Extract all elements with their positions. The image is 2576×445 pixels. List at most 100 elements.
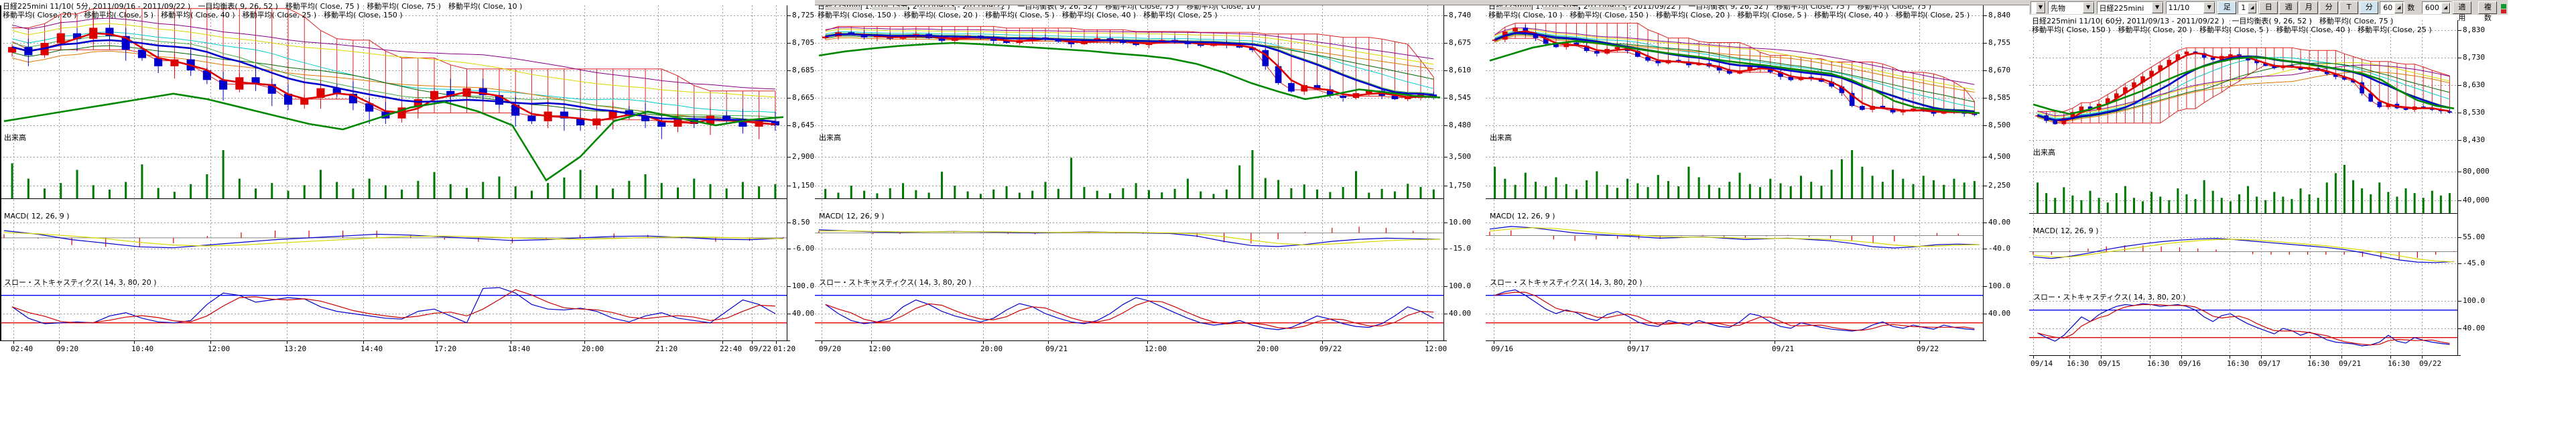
y-tick-label: 8,755 [1988, 38, 2010, 47]
stoch-section-label: スロー・ストキャスティクス( 14, 3, 80, 20 ) [4, 277, 157, 288]
x-tick-label: 16:30 [2227, 359, 2249, 368]
period-week-button[interactable]: 週 [2279, 1, 2298, 14]
period-tick-button[interactable]: T [2339, 1, 2358, 14]
x-tick-label: 09/17 [1627, 344, 1649, 353]
minute-mode-button[interactable]: 分 [2360, 1, 2378, 14]
x-tick-label: 10:40 [131, 344, 153, 353]
tick-count-value: 1 [2241, 3, 2246, 12]
instrument-value: 日経225mini [2100, 3, 2144, 13]
chart-panel-60min: ▼ 先物▼ 日経225mini▼ 11/10▼ 足 1◢ 日 週 月 分 T 分… [2029, 0, 2576, 445]
y-tick-label: 1,150 [792, 181, 814, 190]
apply-button[interactable]: 適用 [2453, 1, 2471, 14]
stoch-section-label: スロー・ストキャスティクス( 14, 3, 80, 20 ) [1490, 277, 1643, 288]
y-tick-label: -6.00 [792, 244, 814, 253]
x-tick-label: 09/17 [2258, 359, 2280, 368]
dropdown-arrow-icon[interactable]: ▼ [2152, 2, 2163, 13]
volume-section-label: 出来高 [1490, 132, 1512, 143]
dropdown-arrow-icon[interactable]: ▼ [2083, 2, 2094, 13]
chart-toolbar: ▼ 先物▼ 日経225mini▼ 11/10▼ 足 1◢ 日 週 月 分 T 分… [2029, 0, 2508, 15]
x-tick-label: 09/16 [1491, 344, 1513, 353]
bar-type-button[interactable]: 足 [2217, 1, 2236, 14]
x-tick-label: 16:30 [2067, 359, 2089, 368]
y-tick-label: 8,830 [2463, 25, 2485, 34]
x-tick-label: 18:40 [508, 344, 530, 353]
y-tick-label: 8,840 [1988, 11, 2010, 19]
x-tick-label: 09/21 [1772, 344, 1794, 353]
chart-plot-area[interactable] [0, 0, 791, 359]
clipped-toolbar-strip [1486, 0, 2029, 5]
minute-value: 60 [2383, 3, 2392, 12]
x-tick-label: 09/22 [2419, 359, 2441, 368]
macd-section-label: MACD( 12, 26, 9 ) [819, 212, 885, 220]
x-tick-label: 01:20 [773, 344, 795, 353]
y-tick-label: 40.00 [792, 309, 814, 318]
y-tick-label: 8,500 [1988, 121, 2010, 129]
y-tick-label: 100.0 [792, 281, 814, 290]
y-tick-label: 2,250 [1988, 181, 2010, 190]
y-tick-label: 8,665 [792, 93, 814, 102]
instrument-type-combo[interactable]: 先物 ▼ [2048, 1, 2095, 14]
clipped-toolbar-strip [815, 0, 1486, 5]
multi-chart-button[interactable]: 複数 [2478, 1, 2497, 14]
y-tick-label: 8,630 [2463, 80, 2485, 89]
volume-section-label: 出来高 [819, 132, 841, 143]
y-tick-label: 40.00 [1988, 309, 2010, 318]
x-tick-label: 12:00 [868, 344, 891, 353]
y-tick-label: 8,685 [792, 66, 814, 74]
x-tick-label: 20:00 [582, 344, 604, 353]
y-tick-label: 8,530 [2463, 108, 2485, 117]
y-tick-label: 8,585 [1988, 93, 2010, 102]
y-tick-label: 8,430 [2463, 135, 2485, 144]
x-tick-label: 20:00 [1257, 344, 1279, 353]
x-tick-label: 16:30 [2388, 359, 2410, 368]
instrument-type-value: 先物 [2051, 3, 2065, 13]
x-tick-label: 09/20 [819, 344, 841, 353]
y-tick-label: 10.00 [1449, 218, 1471, 227]
volume-section-label: 出来高 [4, 132, 26, 143]
spinner-icon[interactable]: ◢ [2394, 3, 2403, 13]
macd-section-label: MACD( 12, 26, 9 ) [1490, 212, 1555, 220]
x-tick-label: 09/21 [1045, 344, 1068, 353]
bar-count-spinner[interactable]: 600◢ [2422, 1, 2451, 14]
x-tick-label: 02:40 [11, 344, 33, 353]
x-tick-label: 17:20 [434, 344, 456, 353]
chart-plot-area[interactable] [2029, 0, 2462, 373]
dropdown-arrow-icon[interactable]: ▼ [2036, 2, 2045, 13]
hidden-combo[interactable]: ▼ [2031, 1, 2046, 14]
bar-count-value: 600 [2425, 3, 2439, 12]
x-tick-label: 09/22 [1917, 344, 1939, 353]
y-tick-label: 100.0 [2463, 296, 2485, 305]
spinner-icon[interactable]: ◢ [2248, 3, 2256, 13]
minute-value-spinner[interactable]: 60◢ [2380, 1, 2404, 14]
chart-plot-area[interactable] [815, 0, 1448, 359]
tick-count-spinner[interactable]: 1◢ [2238, 1, 2258, 14]
chart-panel-30min: 日経225mini 11/10( 30分, 2011/09/13 - 2011/… [1486, 0, 2029, 445]
y-tick-label: -40.0 [1988, 244, 2010, 253]
spinner-icon[interactable]: ◢ [2441, 3, 2450, 13]
x-tick-label: 20:00 [980, 344, 1003, 353]
y-tick-label: 3,500 [1449, 152, 1471, 161]
period-minute-button[interactable]: 分 [2319, 1, 2338, 14]
y-tick-label: 100.0 [1988, 281, 2010, 290]
y-tick-label: 2,900 [792, 152, 814, 161]
y-tick-label: 4,500 [1988, 152, 2010, 161]
instrument-combo[interactable]: 日経225mini ▼ [2097, 1, 2164, 14]
x-tick-label: 09:20 [56, 344, 78, 353]
period-month-button[interactable]: 月 [2299, 1, 2318, 14]
y-tick-label: 8,740 [1449, 11, 1471, 19]
period-day-button[interactable]: 日 [2259, 1, 2278, 14]
contract-month-combo[interactable]: 11/10 ▼ [2166, 1, 2216, 14]
y-tick-label: 55.00 [2463, 233, 2485, 241]
y-tick-label: 1,750 [1449, 181, 1471, 190]
y-tick-label: 8,610 [1449, 66, 1471, 74]
x-tick-label: 14:40 [361, 344, 383, 353]
chart-plot-area[interactable] [1486, 0, 1988, 359]
y-tick-label: 8,705 [792, 38, 814, 47]
dropdown-arrow-icon[interactable]: ▼ [2203, 2, 2215, 13]
x-tick-label: 13:20 [284, 344, 306, 353]
stoch-section-label: スロー・ストキャスティクス( 14, 3, 80, 20 ) [819, 277, 972, 288]
contract-value: 11/10 [2169, 3, 2190, 12]
x-tick-label: 12:00 [1145, 344, 1167, 353]
y-tick-label: 40.00 [1449, 309, 1471, 318]
x-tick-label: 16:30 [2307, 359, 2329, 368]
